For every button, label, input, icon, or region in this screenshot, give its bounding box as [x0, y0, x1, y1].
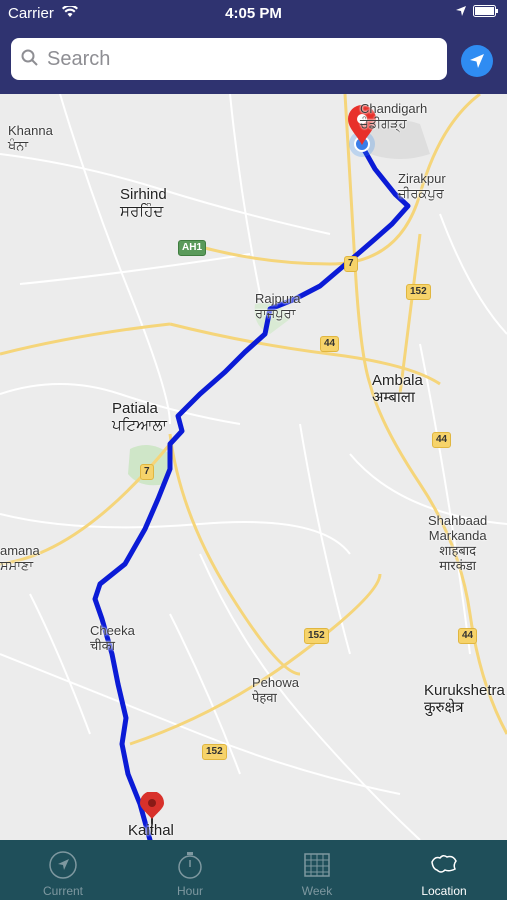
road-shield-152: 152	[304, 628, 329, 644]
place-khanna: Khanna ਖੰਨਾ	[8, 123, 53, 153]
place-pehowa: Pehowa पेहवा	[252, 675, 299, 705]
search-input[interactable]: Search	[11, 38, 447, 80]
tab-label: Current	[42, 884, 83, 898]
map-view[interactable]: Chandigarh ਚੰਡੀਗੜ੍ਹ Khanna ਖੰਨਾ Zirakpur ਜ਼…	[0, 94, 507, 840]
place-kurukshetra: Kurukshetra कुरुक्षेत्र	[424, 682, 505, 717]
tab-label: Location	[421, 884, 467, 898]
place-cheeka: Cheeka चीका	[90, 623, 135, 653]
map-layer	[0, 94, 507, 840]
search-icon	[21, 49, 38, 66]
road-shield-ah1: AH1	[178, 240, 207, 256]
tab-week[interactable]: Week	[254, 840, 380, 900]
road-shield-44: 44	[458, 628, 478, 644]
location-arrow-icon	[456, 6, 466, 16]
wifi-icon	[62, 6, 78, 17]
compass-icon	[49, 851, 77, 879]
road-shield-7: 7	[140, 464, 154, 480]
place-sirhind: Sirhind ਸਰਹਿੰਦ	[120, 186, 167, 221]
road-shield-152: 152	[202, 744, 227, 760]
place-samana: amana ਸਮਾਣਾ	[0, 543, 40, 573]
road-shield-7: 7	[344, 256, 358, 272]
status-icons	[455, 5, 499, 17]
place-ambala: Ambala अम्बाला	[372, 372, 423, 407]
tab-label: Week	[301, 884, 333, 898]
current-location-button[interactable]	[461, 45, 493, 77]
tab-label: Hour	[176, 884, 203, 898]
tab-bar: Current Hour Week Location	[0, 840, 507, 900]
tab-hour[interactable]: Hour	[127, 840, 253, 900]
stopwatch-icon	[178, 852, 202, 879]
search-bar-area: Search	[0, 26, 507, 94]
place-chandigarh: Chandigarh ਚੰਡੀਗੜ੍ਹ	[360, 101, 428, 131]
map-region-icon	[431, 854, 457, 873]
place-patiala: Patiala ਪਟਿਆਲਾ	[112, 400, 167, 435]
tab-current[interactable]: Current	[0, 840, 126, 900]
navigation-arrow-icon	[470, 54, 484, 68]
road-shield-44: 44	[320, 336, 340, 352]
place-zirakpur: Zirakpur ਜ਼ੀਰਕਪੁਰ	[398, 171, 446, 201]
search-placeholder: Search	[47, 48, 111, 70]
place-rajpura: Rajpura ਰਾਜਪੁਰਾ	[255, 291, 301, 321]
tab-location[interactable]: Location	[381, 840, 507, 900]
battery-icon	[473, 5, 498, 17]
road-shield-152: 152	[406, 284, 431, 300]
place-kaithal: Kaithal	[128, 822, 174, 839]
road-shield-44: 44	[432, 432, 452, 448]
place-shahbaad: Shahbaad Markanda शाहबाद मारकंडा	[428, 513, 488, 573]
calendar-grid-icon	[304, 853, 330, 877]
